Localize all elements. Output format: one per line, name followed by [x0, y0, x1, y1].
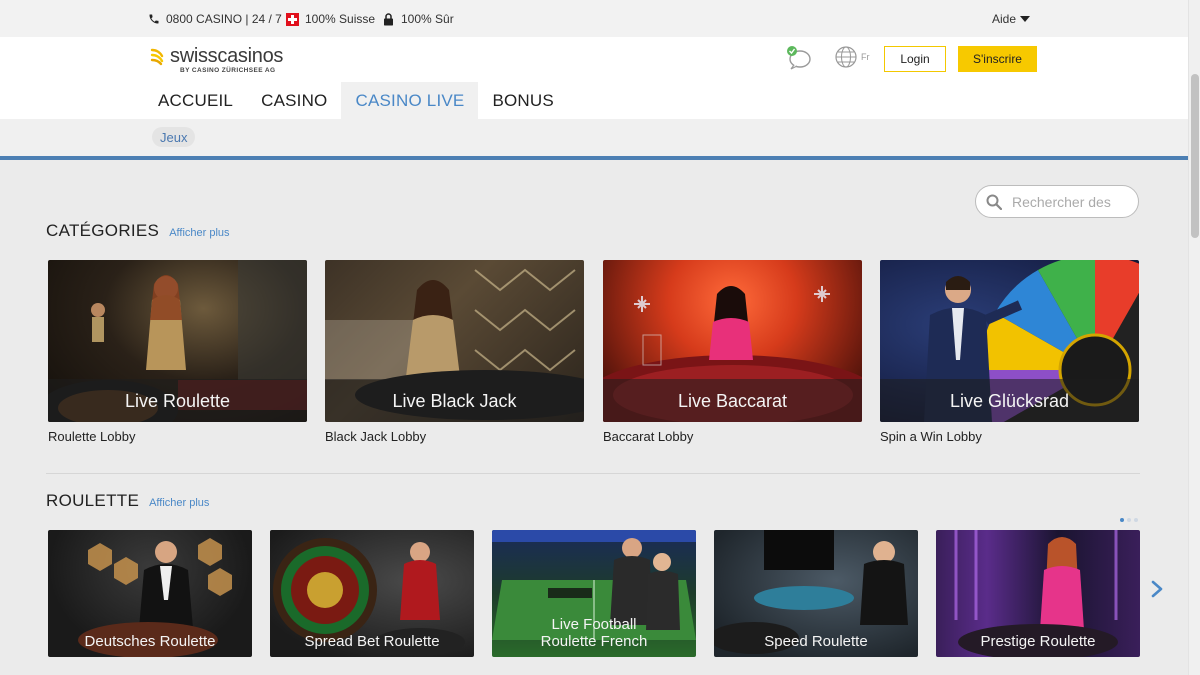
secure-text: 100% Sûr [401, 12, 454, 26]
category-label: Spin a Win Lobby [880, 429, 982, 444]
category-image: Live Glücksrad [880, 260, 1139, 422]
search-icon [986, 194, 1002, 210]
language-switcher[interactable]: Fr [835, 46, 870, 68]
game-card-live-football-roulette[interactable]: Live Football Roulette French [492, 530, 696, 657]
game-card-title-line: Prestige Roulette [980, 633, 1096, 650]
main-nav: ACCUEIL CASINO CASINO LIVE BONUS [144, 82, 568, 119]
nav-item-accueil[interactable]: ACCUEIL [144, 82, 247, 119]
chat-button[interactable] [785, 45, 813, 71]
game-card-spread-bet-roulette[interactable]: Spread Bet Roulette [270, 530, 474, 657]
logo-mark-icon [150, 48, 164, 65]
category-label: Roulette Lobby [48, 429, 136, 444]
roulette-title: ROULETTE [46, 491, 140, 510]
phone-info[interactable]: 0800 CASINO | 24 / 7 [147, 12, 282, 26]
nav-item-bonus[interactable]: BONUS [478, 82, 567, 119]
categories-more-link[interactable]: Afficher plus [169, 227, 229, 239]
carousel-dot[interactable] [1127, 518, 1131, 522]
top-utility-bar: 0800 CASINO | 24 / 7 100% Suisse 100% Sû… [0, 0, 1188, 37]
chat-icon [787, 46, 811, 70]
language-label: Fr [861, 52, 870, 62]
category-label: Black Jack Lobby [325, 429, 427, 444]
category-card-spin-a-win[interactable]: Live Glücksrad Spin a Win Lobby [880, 260, 1139, 444]
game-card-deutsches-roulette[interactable]: Deutsches Roulette [48, 530, 252, 657]
swiss-text: 100% Suisse [305, 12, 376, 26]
secure-info: 100% Sûr [382, 12, 454, 26]
scrollbar-thumb[interactable] [1191, 74, 1199, 238]
lock-icon [382, 12, 395, 26]
signup-button[interactable]: S'inscrire [958, 46, 1037, 72]
category-label: Baccarat Lobby [603, 429, 694, 444]
category-card-baccarat[interactable]: Live Baccarat Baccarat Lobby [603, 260, 862, 444]
search-input[interactable] [1012, 193, 1127, 210]
swiss-info: 100% Suisse [286, 12, 375, 26]
category-image: Live Baccarat [603, 260, 862, 422]
game-card-title-line: Speed Roulette [764, 633, 868, 650]
logo-text: swisscasinos [170, 45, 284, 67]
game-card-title-line: Roulette French [540, 633, 648, 650]
categories-heading: CATÉGORIES Afficher plus [46, 221, 230, 241]
phone-icon [147, 13, 160, 26]
phone-text: 0800 CASINO | 24 / 7 [166, 12, 282, 26]
logo[interactable]: swisscasinos BY CASINO ZÜRICHSEE AG [150, 45, 283, 74]
sub-nav: Jeux [0, 119, 1188, 156]
category-overlay-title: Live Roulette [124, 391, 231, 411]
chevron-down-icon [1020, 16, 1030, 22]
category-overlay-title: Live Black Jack [392, 391, 517, 411]
game-card-title: Deutsches Roulette [48, 633, 252, 650]
swiss-flag-icon [286, 12, 299, 26]
page-scrollbar[interactable] [1188, 0, 1200, 675]
game-card-title-line: Deutsches Roulette [84, 633, 216, 650]
category-overlay-title: Live Baccarat [677, 391, 788, 411]
login-button[interactable]: Login [884, 46, 946, 72]
logo-subtitle: BY CASINO ZÜRICHSEE AG [180, 67, 276, 74]
categories-title: CATÉGORIES [46, 221, 160, 240]
nav-item-casino-live[interactable]: CASINO LIVE [341, 82, 479, 119]
game-card-title: Live Football Roulette French [492, 616, 696, 650]
header-divider [0, 156, 1188, 160]
game-card-prestige-roulette[interactable]: Prestige Roulette [936, 530, 1140, 657]
game-card-title: Spread Bet Roulette [270, 633, 474, 650]
chevron-right-icon[interactable] [1150, 580, 1164, 598]
section-divider [46, 473, 1140, 474]
category-image: Live Black Jack [325, 260, 584, 422]
category-card-blackjack[interactable]: Live Black Jack Black Jack Lobby [325, 260, 584, 444]
site-header: swisscasinos BY CASINO ZÜRICHSEE AG Fr L… [0, 37, 1188, 119]
help-label: Aide [991, 12, 1016, 26]
category-overlay-title: Live Glücksrad [949, 391, 1070, 411]
subnav-chip-jeux[interactable]: Jeux [152, 127, 196, 147]
category-image: Live Roulette [48, 260, 307, 422]
globe-icon [835, 46, 857, 68]
game-card-title: Prestige Roulette [936, 633, 1140, 650]
game-card-title-line: Spread Bet Roulette [304, 633, 440, 650]
category-card-roulette[interactable]: Live Roulette Roulette Lobby [48, 260, 307, 444]
carousel-dot[interactable] [1120, 518, 1124, 522]
game-card-title: Speed Roulette [714, 633, 918, 650]
roulette-more-link[interactable]: Afficher plus [149, 497, 209, 509]
roulette-heading: ROULETTE Afficher plus [46, 491, 209, 511]
game-card-speed-roulette[interactable]: Speed Roulette [714, 530, 918, 657]
game-card-title-line: Live Football [551, 616, 637, 633]
carousel-dots [1120, 518, 1138, 522]
help-menu[interactable]: Aide [992, 12, 1030, 26]
search-box[interactable] [975, 185, 1139, 218]
carousel-dot[interactable] [1134, 518, 1138, 522]
nav-item-casino[interactable]: CASINO [247, 82, 341, 119]
